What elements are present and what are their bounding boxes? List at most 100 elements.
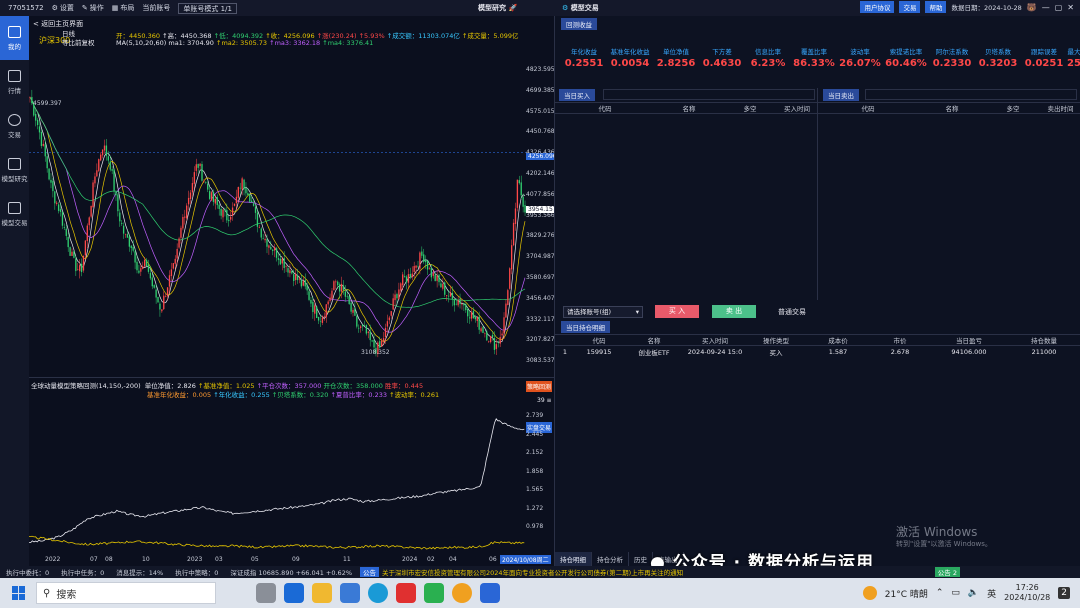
metric-item: 单位净值 2.8256 bbox=[653, 46, 699, 69]
edge-icon[interactable] bbox=[368, 583, 388, 603]
candle-body bbox=[440, 283, 442, 288]
network-icon[interactable]: ▭ bbox=[951, 588, 960, 598]
weather-text[interactable]: 21°C 晴朗 bbox=[885, 587, 928, 600]
backtest-button[interactable]: 策略回测 bbox=[526, 381, 553, 392]
help-button[interactable]: 帮助 bbox=[925, 1, 947, 13]
column-header[interactable]: 操作类型 bbox=[745, 335, 807, 345]
nav-item-mine[interactable]: 我的 bbox=[0, 16, 29, 60]
volume-icon[interactable]: 🔈 bbox=[968, 588, 979, 598]
trade-button[interactable]: 交易 bbox=[899, 1, 921, 13]
notification-badge[interactable]: 2 bbox=[1058, 587, 1070, 599]
user-agreement-button[interactable]: 用户协议 bbox=[860, 1, 895, 13]
bottom-tab[interactable]: 持仓分析 bbox=[592, 552, 629, 566]
tray-chevron-icon[interactable]: ⌃ bbox=[936, 588, 944, 598]
return-tab[interactable]: 回测收益 bbox=[561, 18, 597, 30]
candle-body bbox=[258, 227, 261, 228]
wps-icon[interactable] bbox=[396, 583, 416, 603]
account-mode-select[interactable]: 单账号模式 1/1 bbox=[178, 2, 237, 14]
column-header[interactable]: 多空 bbox=[986, 103, 1040, 113]
column-header[interactable]: 代码 bbox=[818, 103, 918, 113]
candlestick-chart[interactable] bbox=[29, 49, 526, 369]
candle-body bbox=[184, 216, 186, 218]
account-select-value: 请选择账号(组) bbox=[567, 308, 612, 316]
language-indicator[interactable]: 英 bbox=[987, 587, 996, 600]
bottom-tab[interactable]: 持仓明细 bbox=[555, 552, 592, 566]
trading-app-icon[interactable] bbox=[480, 583, 500, 603]
today-sell-tab[interactable]: 当日卖出 bbox=[823, 89, 859, 101]
taskbar-search-input[interactable]: ⚲ 搜索 bbox=[36, 582, 216, 604]
x-tick-label: 03 bbox=[215, 556, 223, 563]
candle-body bbox=[365, 325, 368, 334]
price-tick-label: 3083.537 bbox=[526, 357, 555, 365]
maximize-icon[interactable]: ▢ bbox=[1055, 3, 1063, 12]
column-header[interactable]: 成本价 bbox=[807, 335, 869, 345]
store-icon[interactable] bbox=[340, 583, 360, 603]
column-header[interactable]: 代码 bbox=[555, 103, 655, 113]
layout-menu[interactable]: ▦ 布局 bbox=[112, 3, 135, 13]
notice-text[interactable]: 关于深圳市宏安信投资管理有限公司2024年面向专业投资者公开发行公司债券(第二期… bbox=[379, 567, 683, 577]
metric-label: 覆盖比率 bbox=[801, 48, 827, 56]
candle-body bbox=[52, 181, 54, 192]
close-icon[interactable]: ✕ bbox=[1067, 3, 1074, 12]
x-tick-label: 04 bbox=[449, 556, 457, 563]
nav-item-market[interactable]: 行情 bbox=[0, 60, 29, 104]
column-header[interactable]: 持仓数量 bbox=[1007, 335, 1080, 345]
strategy-line-chart[interactable] bbox=[29, 408, 526, 554]
metric-value: 0.2551 bbox=[564, 58, 604, 69]
clock[interactable]: 17:26 2024/10/28 bbox=[1004, 583, 1050, 603]
sell-button[interactable]: 卖 出 bbox=[712, 305, 756, 318]
candle-body bbox=[117, 194, 119, 212]
column-header[interactable]: 买入时间 bbox=[777, 103, 817, 113]
windows-start-icon[interactable] bbox=[12, 586, 26, 600]
clock-date: 2024/10/28 bbox=[1004, 593, 1051, 602]
buy-button[interactable]: 买 入 bbox=[655, 305, 699, 318]
column-header[interactable]: 当日盈亏 bbox=[931, 335, 1007, 345]
column-header[interactable]: 多空 bbox=[723, 103, 777, 113]
folder-icon[interactable] bbox=[312, 583, 332, 603]
task-view-icon[interactable] bbox=[256, 583, 276, 603]
candle-body bbox=[514, 208, 517, 224]
activation-watermark: 激活 Windows bbox=[896, 525, 978, 539]
metric-label: 阿尔法系数 bbox=[935, 48, 969, 56]
candle-body bbox=[463, 303, 465, 306]
nav-item-model-trade[interactable]: 模型交易 bbox=[0, 192, 29, 236]
windows-taskbar: ⚲ 搜索 21°C 晴朗 ⌃ ▭ 🔈 英 17:26 2024/10/28 2 bbox=[0, 578, 1080, 608]
candle-body bbox=[340, 283, 343, 292]
candle-body bbox=[350, 302, 352, 312]
holding-tab[interactable]: 当日持仓明细 bbox=[561, 321, 610, 333]
notice-count-badge[interactable]: 公告 2 bbox=[934, 567, 960, 577]
operate-menu[interactable]: ✎ 操作 bbox=[82, 3, 104, 13]
wechat-app-icon[interactable] bbox=[424, 583, 444, 603]
nav-item-trade[interactable]: 交易 bbox=[0, 104, 29, 148]
column-header[interactable]: 买入时间 bbox=[685, 335, 745, 345]
column-header[interactable]: 名称 bbox=[918, 103, 986, 113]
candle-body bbox=[300, 280, 303, 287]
minimize-icon[interactable]: — bbox=[1042, 3, 1050, 12]
candle-body bbox=[323, 316, 326, 318]
candle-body bbox=[291, 270, 293, 274]
candle-body bbox=[499, 336, 501, 344]
browser-icon[interactable] bbox=[452, 583, 472, 603]
ma4-value: ↑ma4: 3376.41 bbox=[322, 39, 374, 47]
column-header[interactable]: 卖出时间 bbox=[1040, 103, 1080, 113]
holding-table: 代码 名称 买入时间 操作类型 成本价 市价 当日盈亏 持仓数量 1 159915 创业板ETF 2… bbox=[555, 334, 1080, 357]
candle-body bbox=[105, 145, 108, 156]
account-select[interactable]: 请选择账号(组) ▾ bbox=[563, 306, 643, 318]
table-row[interactable]: 1 159915 创业板ETF 2024-09-24 15:0 买入 1.587 2.678… bbox=[555, 346, 1080, 357]
nav-item-model-research[interactable]: 模型研究 bbox=[0, 148, 29, 192]
outlook-icon[interactable] bbox=[284, 583, 304, 603]
candle-body bbox=[478, 316, 480, 330]
settings-menu[interactable]: ⚙ 设置 bbox=[52, 3, 74, 13]
column-header[interactable]: 市价 bbox=[869, 335, 931, 345]
column-header[interactable]: 代码 bbox=[575, 335, 623, 345]
back-to-home-link[interactable]: < 返回主页界面 bbox=[33, 19, 83, 29]
candle-body bbox=[231, 207, 234, 216]
normal-trade-label[interactable]: 普通交易 bbox=[778, 307, 806, 317]
candle-body bbox=[509, 268, 511, 289]
candle-body bbox=[467, 308, 469, 317]
today-buy-tab[interactable]: 当日买入 bbox=[559, 89, 595, 101]
candle-body bbox=[359, 326, 362, 328]
metric-label: 下方差 bbox=[712, 48, 732, 56]
column-header[interactable]: 名称 bbox=[623, 335, 685, 345]
column-header[interactable]: 名称 bbox=[655, 103, 723, 113]
